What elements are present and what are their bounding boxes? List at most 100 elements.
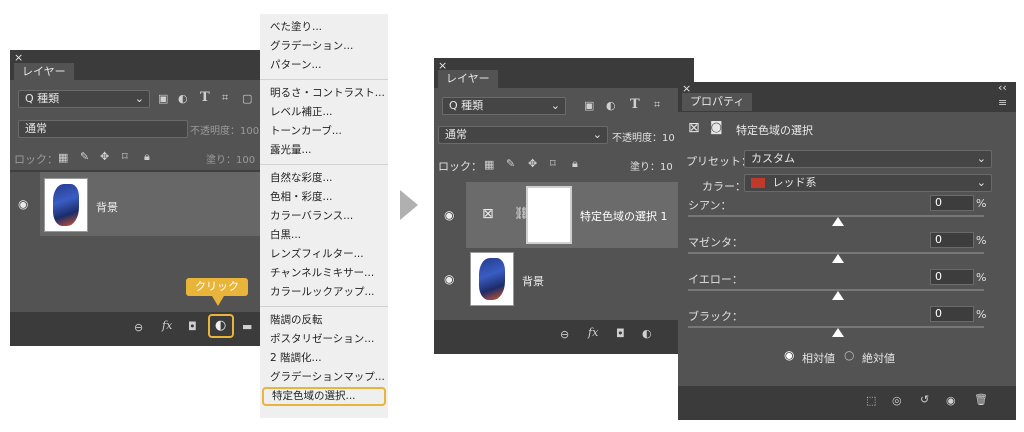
shape-filter-icon[interactable]: ⌗ bbox=[654, 98, 660, 112]
chevron-down-icon: ⌄ bbox=[976, 176, 986, 189]
lock-transparency-icon[interactable]: ▦ bbox=[484, 158, 494, 171]
yellow-slider-handle[interactable] bbox=[832, 291, 844, 300]
tab-layers[interactable]: レイヤー bbox=[438, 70, 498, 88]
selective-color-icon: ⊠ bbox=[688, 120, 700, 136]
lock-all-icon[interactable]: 🔒︎ bbox=[144, 150, 150, 164]
link-layers-icon[interactable]: ⊖ bbox=[134, 321, 143, 334]
black-label: ブラック： bbox=[688, 310, 743, 323]
menu-item-color-lookup[interactable]: カラールックアップ... bbox=[260, 283, 388, 302]
text-filter-icon[interactable]: T bbox=[630, 97, 640, 112]
chevron-down-icon: ⌄ bbox=[592, 128, 602, 141]
menu-item-brightness-contrast[interactable]: 明るさ・コントラスト... bbox=[260, 84, 388, 103]
menu-item-pattern[interactable]: パターン... bbox=[260, 56, 388, 75]
cyan-slider-handle[interactable] bbox=[832, 217, 844, 226]
view-previous-icon[interactable]: ◎ bbox=[892, 394, 902, 407]
filter-kind-select[interactable]: Q 種類 ⌄ bbox=[18, 90, 150, 108]
black-slider-handle[interactable] bbox=[832, 328, 844, 337]
yellow-unit: % bbox=[976, 271, 987, 284]
adjustment-menu: べた塗り... グラデーション... パターン... 明るさ・コントラスト...… bbox=[260, 14, 388, 418]
add-mask-icon[interactable]: ◘ bbox=[616, 327, 625, 340]
lock-paint-icon[interactable]: ✎ bbox=[80, 150, 89, 163]
fill-label: 塗り：10 bbox=[630, 162, 673, 173]
menu-item-hue-saturation[interactable]: 色相・彩度... bbox=[260, 188, 388, 207]
relative-radio[interactable]: ◉ bbox=[784, 348, 794, 362]
menu-separator bbox=[260, 306, 388, 307]
menu-item-exposure[interactable]: 露光量... bbox=[260, 141, 388, 160]
reset-icon[interactable]: ↺ bbox=[920, 393, 929, 406]
menu-item-threshold[interactable]: 2 階調化... bbox=[260, 349, 388, 368]
menu-item-color-balance[interactable]: カラーバランス... bbox=[260, 207, 388, 226]
lock-paint-icon[interactable]: ✎ bbox=[506, 157, 515, 170]
image-filter-icon[interactable]: ▣ bbox=[584, 99, 594, 112]
adjustment-filter-icon[interactable]: ◐ bbox=[606, 99, 616, 112]
tab-properties[interactable]: プロパティ bbox=[682, 93, 753, 111]
black-input[interactable]: 0 bbox=[930, 306, 974, 322]
color-value: レッド系 bbox=[772, 176, 817, 189]
lock-position-icon[interactable]: ✥ bbox=[528, 157, 537, 170]
mid-layers-panel: × レイヤー Q 種類 ⌄ ▣ ◐ T ⌗ 通常 ⌄ 不透明度：10 ロック： … bbox=[434, 58, 694, 354]
blend-mode-label: 通常 bbox=[445, 128, 467, 141]
adjustment-layer-name[interactable]: 特定色域の選択 1 bbox=[580, 208, 668, 224]
menu-item-levels[interactable]: レベル補正... bbox=[260, 103, 388, 122]
adjustment-filter-icon[interactable]: ◐ bbox=[178, 92, 188, 105]
absolute-radio[interactable]: ○ bbox=[844, 348, 854, 362]
lock-position-icon[interactable]: ✥ bbox=[100, 150, 109, 163]
visibility-eye-icon[interactable]: ◉ bbox=[444, 208, 454, 222]
adjustment-layer-icon[interactable]: ◐ bbox=[642, 327, 652, 340]
lock-artboard-icon[interactable]: ⌑ bbox=[550, 157, 556, 170]
preset-select[interactable]: カスタム ⌄ bbox=[744, 150, 992, 168]
magenta-slider-handle[interactable] bbox=[832, 254, 844, 263]
menu-item-invert[interactable]: 階調の反転 bbox=[260, 311, 388, 330]
blend-mode-select[interactable]: 通常 bbox=[18, 120, 188, 138]
menu-separator bbox=[260, 164, 388, 165]
lock-transparency-icon[interactable]: ▦ bbox=[58, 151, 68, 164]
step-arrow-icon bbox=[400, 190, 418, 220]
menu-item-solid-color[interactable]: べた塗り... bbox=[260, 18, 388, 37]
tab-layers[interactable]: レイヤー bbox=[14, 63, 74, 81]
fx-icon[interactable]: fx bbox=[588, 326, 598, 339]
lock-artboard-icon[interactable]: ⌑ bbox=[122, 150, 128, 163]
callout-pointer bbox=[212, 296, 224, 306]
menu-item-photo-filter[interactable]: レンズフィルター... bbox=[260, 245, 388, 264]
cyan-input[interactable]: 0 bbox=[930, 195, 974, 211]
collapse-icon[interactable]: ‹‹ bbox=[998, 81, 1007, 94]
smart-object-filter-icon[interactable]: ▢ bbox=[242, 92, 252, 105]
magenta-input[interactable]: 0 bbox=[930, 232, 974, 248]
adjustment-layer-button[interactable]: ◐ bbox=[208, 314, 234, 338]
new-group-icon[interactable]: ▬ bbox=[242, 320, 252, 333]
add-mask-icon[interactable]: ◘ bbox=[188, 320, 197, 333]
panel-menu-icon[interactable]: ≡ bbox=[998, 96, 1007, 109]
color-label: カラー： bbox=[702, 180, 746, 193]
menu-item-channel-mixer[interactable]: チャンネルミキサー... bbox=[260, 264, 388, 283]
layer-mask-thumbnail[interactable] bbox=[526, 186, 572, 244]
fx-icon[interactable]: fx bbox=[162, 319, 172, 332]
menu-item-selective-color[interactable]: 特定色域の選択... bbox=[262, 387, 386, 406]
shape-filter-icon[interactable]: ⌗ bbox=[222, 91, 228, 105]
menu-item-gradient-map[interactable]: グラデーションマップ... bbox=[260, 368, 388, 387]
text-filter-icon[interactable]: T bbox=[200, 90, 210, 105]
menu-item-vibrance[interactable]: 自然な彩度... bbox=[260, 169, 388, 188]
layer-name[interactable]: 背景 bbox=[96, 199, 118, 215]
yellow-input[interactable]: 0 bbox=[930, 269, 974, 285]
blend-mode-select[interactable]: 通常 ⌄ bbox=[438, 126, 608, 144]
menu-item-posterize[interactable]: ポスタリゼーション... bbox=[260, 330, 388, 349]
image-filter-icon[interactable]: ▣ bbox=[158, 92, 168, 105]
filter-kind-select[interactable]: Q 種類 ⌄ bbox=[442, 97, 566, 115]
chevron-down-icon: ⌄ bbox=[976, 152, 986, 165]
layer-name[interactable]: 背景 bbox=[522, 273, 544, 289]
visibility-eye-icon[interactable]: ◉ bbox=[18, 197, 28, 211]
color-select[interactable]: レッド系 ⌄ bbox=[744, 174, 992, 192]
lock-all-icon[interactable]: 🔒︎ bbox=[572, 157, 578, 171]
trash-icon[interactable]: 🗑︎ bbox=[974, 393, 988, 406]
menu-item-gradient[interactable]: グラデーション... bbox=[260, 37, 388, 56]
lock-label: ロック： bbox=[14, 153, 58, 166]
clip-to-layer-icon[interactable]: ⬚ bbox=[866, 394, 876, 407]
visibility-eye-icon[interactable]: ◉ bbox=[946, 394, 956, 407]
filter-kind-label: Q 種類 bbox=[25, 92, 60, 105]
visibility-eye-icon[interactable]: ◉ bbox=[444, 272, 454, 286]
mask-icon[interactable]: ◙ bbox=[710, 120, 723, 135]
menu-item-black-white[interactable]: 白黒... bbox=[260, 226, 388, 245]
link-layers-icon[interactable]: ⊖ bbox=[560, 328, 569, 341]
preset-value: カスタム bbox=[751, 152, 795, 165]
menu-item-curves[interactable]: トーンカーブ... bbox=[260, 122, 388, 141]
